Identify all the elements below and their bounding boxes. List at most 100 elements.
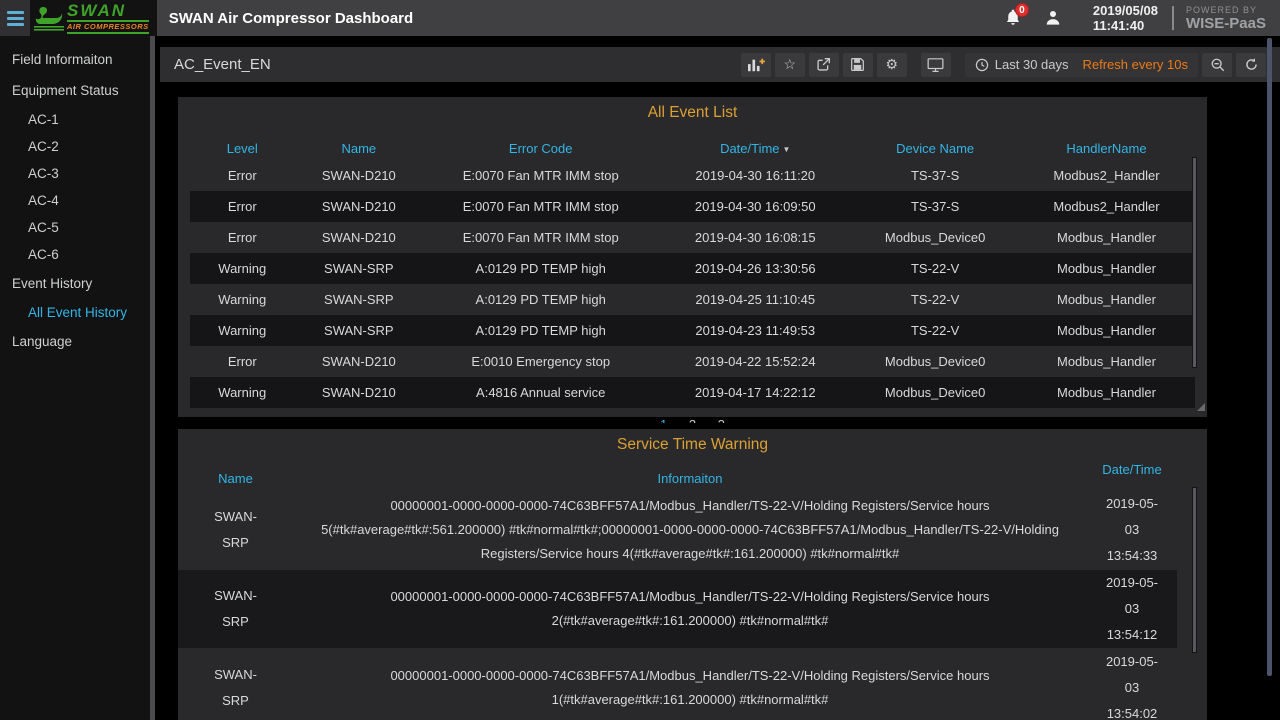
column-header-device-name[interactable]: Device Name [852,141,1018,156]
cell-name: SWAN-SRP [295,323,424,338]
sidebar-scrollbar[interactable] [150,36,155,720]
time-range-label: Last 30 days [995,57,1069,72]
cell-level: Error [190,230,295,245]
table-row: SWAN- SRP 00000001-0000-0000-0000-74C63B… [178,570,1177,648]
sidebar-item-ac-5[interactable]: AC-5 [0,214,150,241]
cell-handler: Modbus_Handler [1018,261,1195,276]
cell-handler: Modbus2_Handler [1018,168,1195,183]
service-table-body: SWAN- SRP 00000001-0000-0000-0000-74C63B… [178,490,1177,720]
cell-handler: Modbus_Handler [1018,230,1195,245]
service-time-warning-panel: Service Time Warning Name Informaiton Da… [178,429,1207,720]
cell-name: SWAN-D210 [295,199,424,214]
sidebar-item-all-event-history[interactable]: All Event History [0,299,150,326]
refresh-icon [1244,57,1259,72]
powered-by-label: POWERED BY [1186,6,1266,15]
sidebar-item-ac-6[interactable]: AC-6 [0,241,150,268]
cell-device: TS-22-V [852,323,1018,338]
header-bar: SWAN AIR COMPRESSORS SWAN Air Compressor… [0,0,1280,36]
cell-level: Warning [190,261,295,276]
table-row: Warning SWAN-SRP A:0129 PD TEMP high 201… [190,315,1195,346]
panel-title: Service Time Warning [178,429,1207,454]
cell-level: Error [190,199,295,214]
monitor-icon [927,57,944,73]
cell-name: SWAN-D210 [295,168,424,183]
cell-handler: Modbus_Handler [1018,323,1195,338]
zoom-out-button[interactable] [1202,53,1232,77]
column-header-datetime[interactable]: Date/Time▼ [658,141,852,156]
hamburger-icon [7,11,24,14]
column-header-error-code[interactable]: Error Code [423,141,658,156]
sidebar-item-ac-4[interactable]: AC-4 [0,187,150,214]
header-divider [1172,6,1174,30]
sidebar-item-ac-3[interactable]: AC-3 [0,160,150,187]
cell-device: Modbus_Device0 [852,385,1018,400]
service-table-header: Name Informaiton Date/Time [178,460,1177,490]
page-3-button[interactable]: 3 [718,417,725,423]
table-row: Error SWAN-D210 E:0070 Fan MTR IMM stop … [190,222,1195,253]
star-button[interactable]: ☆ [775,53,805,77]
column-header-name[interactable]: Name [178,471,293,486]
cell-device: TS-37-S [852,199,1018,214]
cell-datetime: 2019-05- 03 13:54:33 [1087,491,1177,569]
cell-name: SWAN- SRP [178,583,293,635]
refresh-interval-label[interactable]: Refresh every 10s [1083,57,1189,72]
column-header-datetime[interactable]: Date/Time [1087,462,1177,477]
column-header-information[interactable]: Informaiton [293,471,1087,486]
cell-handler: Modbus_Handler [1018,292,1195,307]
cell-datetime: 2019-04-23 11:49:53 [658,323,852,338]
time-text: 11:41:40 [1093,18,1158,33]
cell-level: Error [190,354,295,369]
page-scrollbar[interactable] [1267,38,1272,676]
cell-error-code: A:0129 PD TEMP high [423,323,658,338]
sidebar: Field Informaiton Equipment Status AC-1 … [0,36,150,720]
sidebar-item-ac-2[interactable]: AC-2 [0,133,150,160]
cell-handler: Modbus_Handler [1018,385,1195,400]
panel-resize-handle[interactable] [1197,403,1205,411]
table-row: Error SWAN-D210 E:0010 Emergency stop 20… [190,346,1195,377]
menu-button[interactable] [0,0,30,36]
refresh-button[interactable] [1236,53,1266,77]
share-button[interactable] [809,53,839,77]
save-button[interactable] [843,53,873,77]
swan-logo: SWAN AIR COMPRESSORS [30,0,157,36]
sidebar-item-event-history[interactable]: Event History [0,268,150,299]
cell-datetime: 2019-04-17 14:22:12 [658,385,852,400]
sidebar-item-language[interactable]: Language [0,326,150,357]
sidebar-item-field-information[interactable]: Field Informaiton [0,44,150,75]
add-panel-button[interactable] [741,53,771,77]
column-header-level[interactable]: Level [190,141,295,156]
zoom-out-icon [1210,57,1225,72]
time-range-picker[interactable]: Last 30 days Refresh every 10s [965,53,1198,77]
notification-button[interactable]: 0 [993,0,1033,36]
star-icon: ☆ [784,56,797,73]
sidebar-item-equipment-status[interactable]: Equipment Status [0,75,150,106]
table-scrollbar[interactable] [1192,157,1197,368]
table-row: Warning SWAN-SRP A:0129 PD TEMP high 201… [190,253,1195,284]
user-icon [1043,8,1063,28]
event-table-body: Error SWAN-D210 E:0070 Fan MTR IMM stop … [190,160,1195,408]
user-menu-button[interactable] [1033,0,1073,36]
sidebar-item-ac-1[interactable]: AC-1 [0,106,150,133]
settings-button[interactable]: ⚙ [877,53,907,77]
page-1-button[interactable]: 1 [660,417,667,423]
table-row: SWAN- SRP 00000001-0000-0000-0000-74C63B… [178,648,1177,720]
dashboard-title: AC_Event_EN [174,56,271,73]
cell-handler: Modbus2_Handler [1018,199,1195,214]
cell-error-code: E:0070 Fan MTR IMM stop [423,168,658,183]
cell-level: Warning [190,385,295,400]
tv-mode-button[interactable] [921,53,951,77]
cell-device: Modbus_Device0 [852,230,1018,245]
table-row: Error SWAN-D210 E:0070 Fan MTR IMM stop … [190,191,1195,222]
cell-name: SWAN-D210 [295,354,424,369]
cell-level: Warning [190,292,295,307]
page-2-button[interactable]: 2 [689,417,696,423]
all-event-list-panel: All Event List Level Name Error Code Dat… [178,97,1207,423]
swan-icon [34,5,64,32]
cell-information: 00000001-0000-0000-0000-74C63BFF57A1/Mod… [293,581,1087,637]
cell-error-code: A:0129 PD TEMP high [423,261,658,276]
cell-information: 00000001-0000-0000-0000-74C63BFF57A1/Mod… [293,490,1087,570]
column-header-handler-name[interactable]: HandlerName [1018,141,1195,156]
table-scrollbar[interactable] [1192,487,1197,653]
column-header-name[interactable]: Name [295,141,424,156]
cell-error-code: A:0129 PD TEMP high [423,292,658,307]
